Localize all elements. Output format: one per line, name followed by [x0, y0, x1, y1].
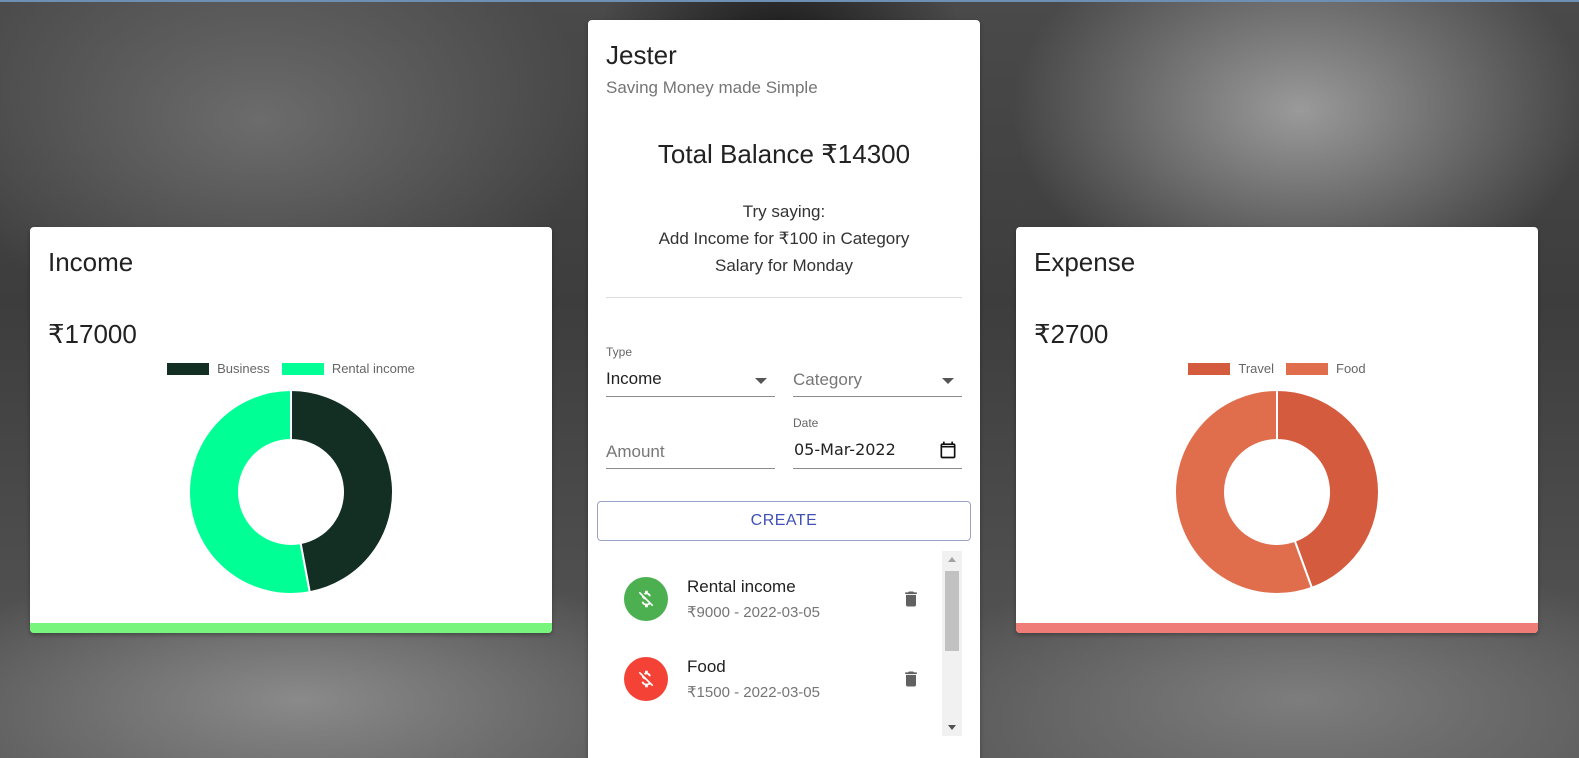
date-field[interactable]: 05-Mar-2022	[793, 432, 962, 469]
category-select[interactable]: Category	[793, 360, 962, 397]
transaction-item[interactable]: Food ₹1500 - 2022-03-05	[606, 641, 936, 711]
type-value: Income	[606, 369, 662, 388]
calendar-icon[interactable]	[938, 440, 958, 460]
expense-legend-item[interactable]: Food	[1286, 361, 1366, 376]
main-card: Jester Saving Money made Simple Total Ba…	[588, 20, 980, 758]
create-button[interactable]: CREATE	[597, 501, 971, 541]
income-legend-item[interactable]: Business	[167, 361, 270, 376]
transaction-title: Rental income	[687, 577, 796, 596]
voice-hint: Try saying: Add Income for ₹100 in Categ…	[588, 198, 980, 279]
category-placeholder: Category	[793, 370, 862, 389]
income-donut-chart	[188, 389, 394, 595]
legend-swatch	[281, 362, 324, 375]
transaction-list: Rental income ₹9000 - 2022-03-05 Food ₹1…	[606, 551, 962, 736]
transaction-item[interactable]: Rental income ₹9000 - 2022-03-05	[606, 561, 936, 631]
expense-bottom-bar	[1016, 623, 1538, 633]
chevron-down-icon	[755, 378, 767, 384]
donut-slice-rental-income[interactable]	[188, 389, 311, 595]
list-scrollbar[interactable]	[942, 551, 962, 736]
legend-label: Travel	[1238, 361, 1274, 376]
legend-swatch	[167, 362, 210, 375]
transaction-title: Food	[687, 657, 726, 676]
transaction-subtitle: ₹9000 - 2022-03-05	[687, 604, 820, 621]
amount-placeholder: Amount	[606, 442, 665, 461]
hint-line: Salary for Monday	[715, 256, 853, 275]
type-label: Type	[606, 345, 633, 359]
legend-swatch	[1188, 362, 1231, 375]
app-title: Jester	[606, 40, 677, 70]
legend-label: Business	[217, 361, 270, 376]
total-balance: Total Balance ₹14300	[657, 139, 911, 169]
income-card: Income ₹17000 Business Rental income	[30, 227, 552, 633]
money-off-icon	[624, 577, 668, 621]
expense-card: Expense ₹2700 Travel Food	[1016, 227, 1538, 633]
app-subtitle: Saving Money made Simple	[606, 78, 818, 97]
income-legend: Business Rental income	[30, 361, 552, 376]
expense-amount: ₹2700	[1034, 319, 1109, 349]
expense-legend-item[interactable]: Travel	[1188, 361, 1274, 376]
scroll-down-arrow-icon[interactable]	[948, 725, 956, 730]
scroll-thumb[interactable]	[945, 571, 959, 651]
hint-line: Try saying:	[742, 202, 826, 221]
income-amount: ₹17000	[48, 319, 137, 349]
scroll-up-arrow-icon[interactable]	[948, 557, 956, 562]
divider	[606, 297, 962, 298]
expense-legend: Travel Food	[1016, 361, 1538, 376]
legend-label: Rental income	[331, 361, 415, 376]
expense-title: Expense	[1034, 247, 1136, 277]
donut-slice-business[interactable]	[290, 389, 394, 594]
income-legend-item[interactable]: Rental income	[281, 361, 415, 376]
money-off-icon	[624, 657, 668, 701]
chevron-down-icon	[942, 378, 954, 384]
delete-icon[interactable]	[901, 668, 921, 690]
income-bottom-bar	[30, 623, 552, 633]
legend-swatch	[1286, 362, 1328, 375]
legend-label: Food	[1336, 361, 1366, 376]
transaction-subtitle: ₹1500 - 2022-03-05	[687, 684, 820, 701]
browser-top-line	[0, 0, 1579, 2]
date-value: 05-Mar-2022	[794, 440, 896, 459]
hint-line: Add Income for ₹100 in Category	[658, 229, 910, 248]
expense-donut-chart	[1174, 389, 1380, 595]
amount-field[interactable]: Amount	[606, 432, 775, 469]
type-select[interactable]: Income	[606, 360, 775, 397]
date-label: Date	[793, 416, 819, 430]
delete-icon[interactable]	[901, 588, 921, 610]
income-title: Income	[48, 247, 134, 277]
